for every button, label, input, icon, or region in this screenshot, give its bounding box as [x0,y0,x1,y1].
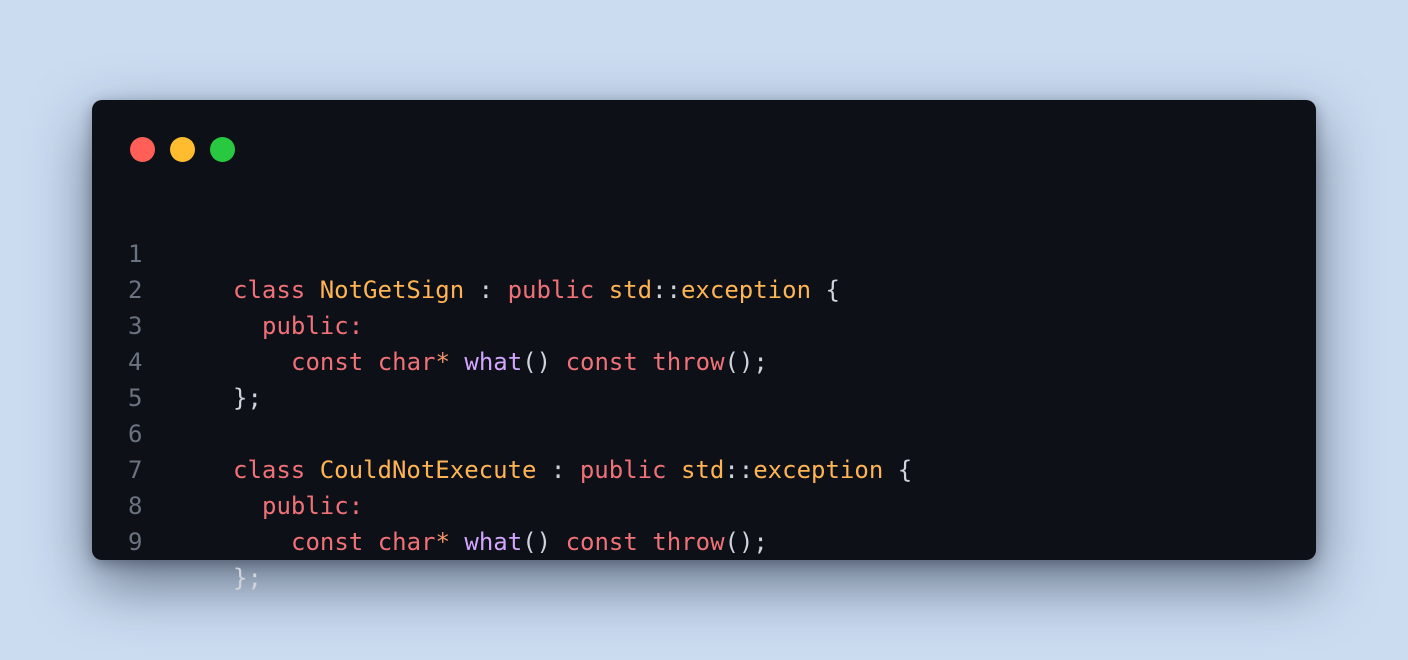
brace-token: { [811,276,840,304]
code-line: 5 [92,344,179,412]
end-token: (); [724,348,768,376]
code-line: 1 class NotGetSign : public std::excepti… [92,200,840,304]
code-line: 8 const char* what() const throw(); [92,452,768,556]
parens-token: () [522,348,552,376]
type-token: char [377,528,436,556]
keyword-token: throw [652,348,725,376]
code-line: 3 const char* what() const throw(); [92,272,768,376]
keyword-token: public [579,456,667,484]
code-line: 2 public: [92,236,363,340]
minimize-dot-icon[interactable] [170,137,195,162]
class-name-token: CouldNotExecute [319,456,537,484]
line-content: const char* what() const throw(); [233,524,768,560]
brace-token: { [883,456,913,484]
scope-token: :: [652,276,681,304]
close-dot-icon[interactable] [130,137,155,162]
end-token: (); [724,528,768,556]
scope-token: :: [724,456,754,484]
type-token: char [377,348,436,376]
colon-token: : [536,456,580,484]
access-specifier-token: public: [262,492,364,520]
keyword-token: class [233,276,306,304]
keyword-token: const [565,528,638,556]
keyword-token: throw [652,528,725,556]
function-token: what [464,528,523,556]
line-content: }; [233,560,262,596]
close-brace-token: }; [233,564,262,592]
function-token: what [464,348,523,376]
line-content: const char* what() const throw(); [233,344,768,380]
pointer-token: * [435,348,450,376]
keyword-token: public [507,276,595,304]
class-name-token: NotGetSign [319,276,465,304]
namespace-token: std [680,456,725,484]
line-content: public: [233,308,363,344]
keyword-token: const [291,348,364,376]
keyword-token: const [291,528,364,556]
base-class-token: exception [680,276,812,304]
code-window: 1 class NotGetSign : public std::excepti… [92,100,1316,592]
close-brace-token: }; [233,384,262,412]
line-content: public: [233,488,363,524]
line-content: class CouldNotExecute : public std::exce… [233,452,912,488]
code-line: 9 }; [92,488,262,592]
code-block: 1 class NotGetSign : public std::excepti… [92,200,912,592]
colon-token: : [464,276,508,304]
code-line: 7 public: [92,416,363,520]
maximize-dot-icon[interactable] [210,137,235,162]
keyword-token: class [233,456,306,484]
line-number: 9 [128,528,143,556]
base-class-token: exception [753,456,884,484]
code-line: 6 class CouldNotExecute : public std::ex… [92,380,912,484]
code-line: 4 }; [92,308,262,412]
line-content: class NotGetSign : public std::exception… [233,272,840,308]
namespace-token: std [608,276,653,304]
pointer-token: * [435,528,450,556]
parens-token: () [522,528,552,556]
access-specifier-token: public: [262,312,364,340]
keyword-token: const [565,348,638,376]
line-content: }; [233,380,262,416]
